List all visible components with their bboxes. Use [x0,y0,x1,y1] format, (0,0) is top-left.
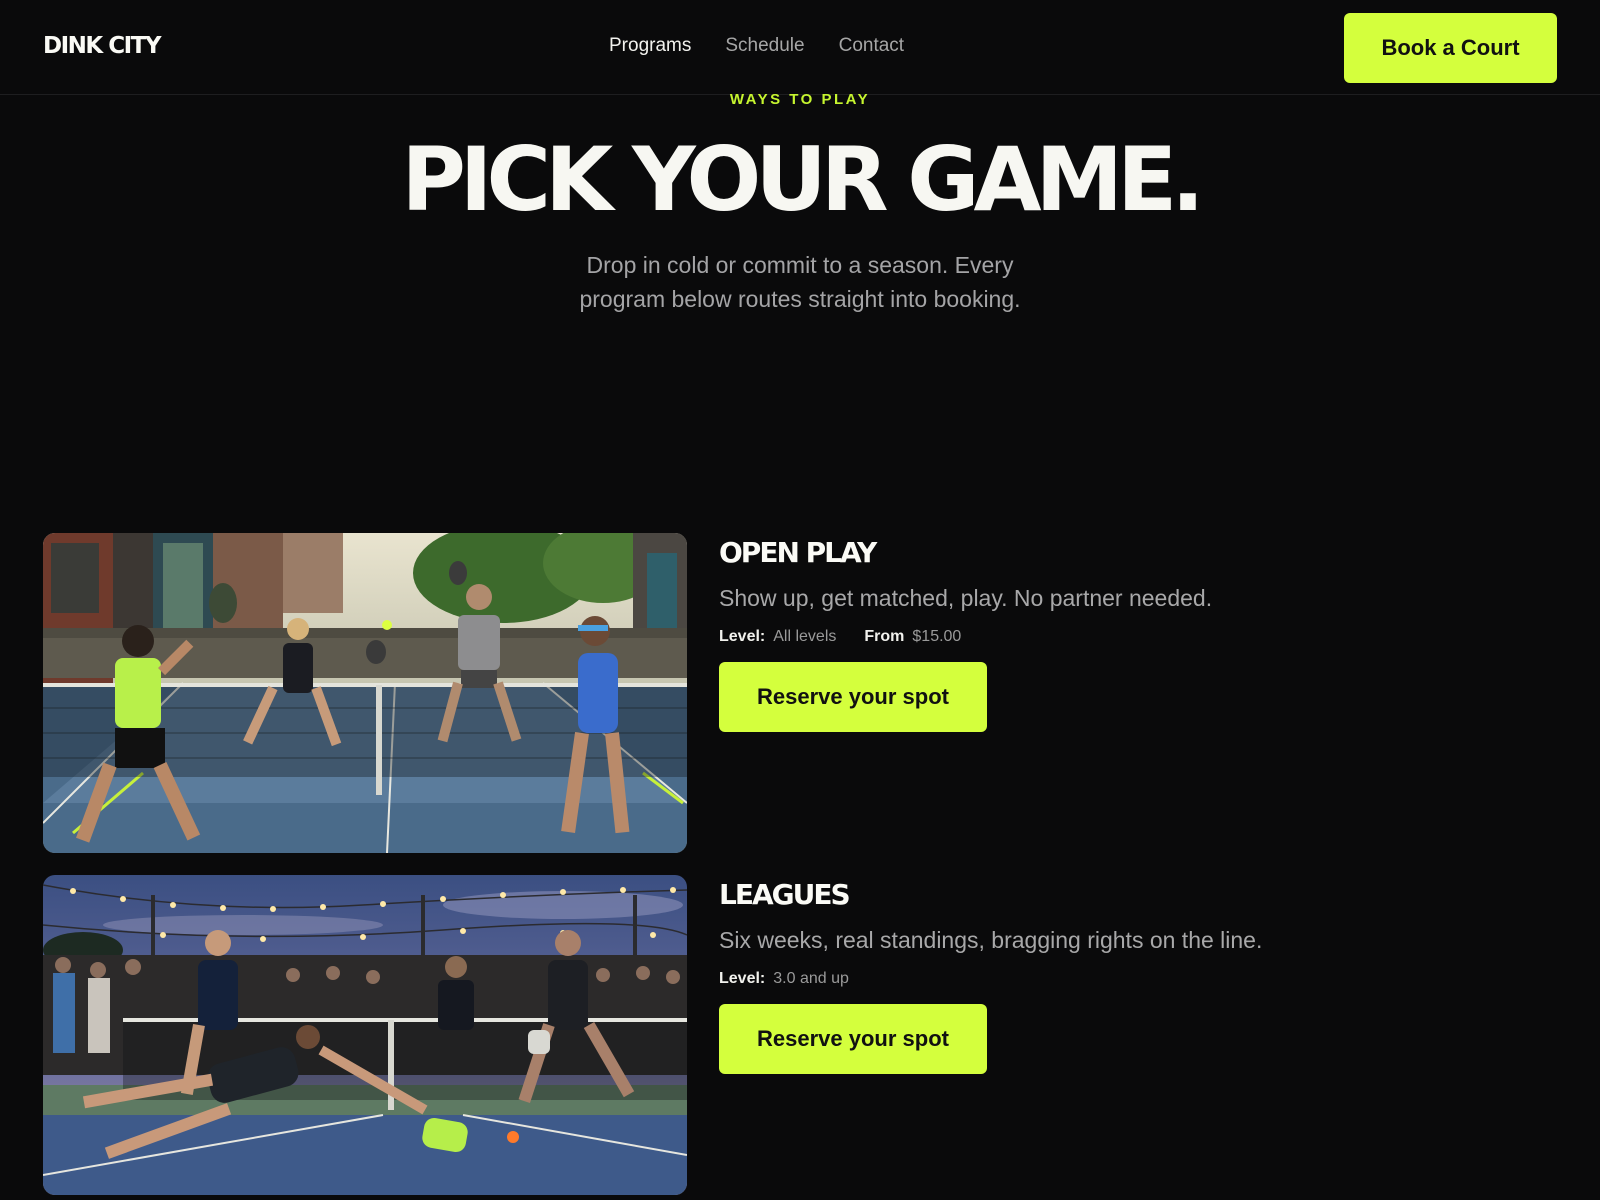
program-info-open-play: OPEN PLAY Show up, get matched, play. No… [719,533,1519,732]
program-meta: Level: 3.0 and up [719,970,1519,988]
program-photo-open-play [43,533,687,853]
night-league-photo [43,875,687,1195]
program-photo-leagues [43,875,687,1195]
outdoor-doubles-photo [43,533,687,853]
program-title: OPEN PLAY [719,536,877,569]
price-label: From [864,628,905,645]
program-card-leagues: LEAGUES Six weeks, real standings, bragg… [43,875,1557,1195]
nav-link-programs[interactable]: Programs [609,35,691,57]
section-eyebrow: WAYS TO PLAY [729,91,871,108]
level-meta: Level: All levels [719,628,836,646]
reserve-button-leagues[interactable]: Reserve your spot [719,1004,987,1074]
reserve-button-open-play[interactable]: Reserve your spot [719,662,987,732]
level-value: 3.0 and up [773,970,849,987]
price-value: $15.00 [912,628,962,645]
program-card-open-play: OPEN PLAY Show up, get matched, play. No… [43,533,1557,853]
page-title: PICK YOUR GAME. [401,128,1204,231]
level-label: Level: [719,970,766,987]
hero-subtitle: Drop in cold or commit to a season. Ever… [579,252,1021,312]
site-logo[interactable]: DINK CITY [43,33,162,59]
level-label: Level: [719,628,766,645]
book-court-button[interactable]: Book a Court [1344,13,1557,83]
program-description: Show up, get matched, play. No partner n… [719,585,1213,611]
program-meta: Level: All levels From $15.00 [719,628,1519,646]
program-title: LEAGUES [719,878,851,911]
top-nav: DINK CITY Programs Schedule Contact Book… [0,0,1600,95]
nav-link-contact[interactable]: Contact [839,35,904,57]
level-meta: Level: 3.0 and up [719,970,849,988]
nav-links: Programs Schedule Contact [609,35,904,57]
level-value: All levels [773,628,837,645]
program-description: Six weeks, real standings, bragging righ… [719,927,1263,953]
price-meta: From $15.00 [864,628,961,646]
program-info-leagues: LEAGUES Six weeks, real standings, bragg… [719,875,1519,1074]
nav-link-schedule[interactable]: Schedule [725,35,804,57]
